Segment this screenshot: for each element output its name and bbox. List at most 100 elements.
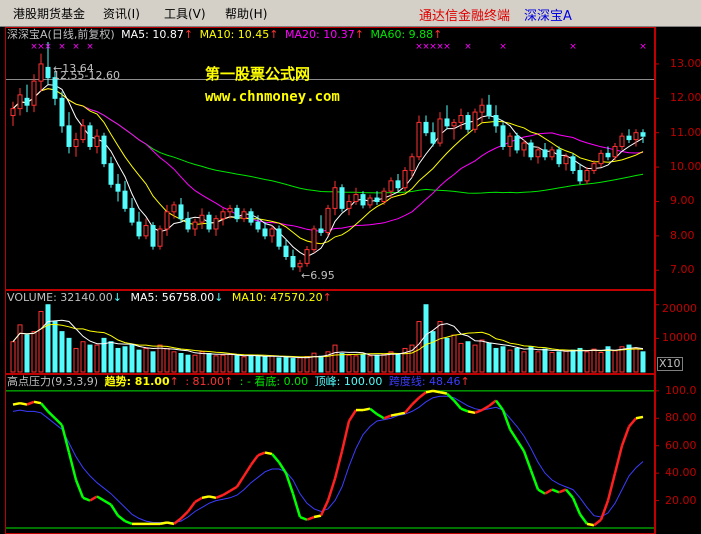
volume-bar [311,352,317,373]
candle-body [80,125,86,141]
trend-segment [271,453,280,463]
signal-marker: × [58,42,66,52]
indicator-axis-label: 60.00 [665,438,697,452]
period-label: (日线,前复权) [47,28,115,41]
trend-segment [319,500,330,517]
candle-body [640,132,646,137]
candle-body [255,221,261,230]
volume-bar [87,344,93,373]
current-stock-title: 深深宝A [524,9,572,24]
candle-body [59,97,65,127]
candle-body [549,149,555,158]
indicator-chart[interactable] [5,374,655,534]
app-brand-title: 通达信金融终端 [419,9,511,24]
candle-body [493,115,499,127]
volume-bar [157,344,163,373]
trend-segment [439,391,448,395]
candle-body [101,135,107,165]
volume-bar [24,334,30,373]
menu-item-hk-futures-funds[interactable]: 港股期货基金 [13,5,85,22]
trend-segment [222,489,231,497]
trend-segment [635,415,644,420]
volume-bar [178,353,184,373]
candle-body [241,211,247,220]
candle-body [612,145,618,158]
price-chart[interactable]: × × × × × × × × × × × × × × × [5,27,655,290]
candle-body [150,225,156,247]
trend-segment [362,407,371,412]
volume-bar [360,354,366,373]
volume-axis: 20000 10000 X10 [655,290,701,374]
trend-segment [544,488,553,495]
menu-item-tools[interactable]: 工具(V) [164,5,206,22]
candle-body [318,228,324,233]
trend-segment [242,464,253,477]
panel-border [5,374,655,534]
candle-body [38,63,44,82]
vol-axis-label-20000: 20000 [662,302,697,315]
candle-body [178,204,184,220]
trend-segment [376,413,385,420]
trend-segment [326,478,337,501]
vol-ma5-label: MA5: 56758.00 [130,291,215,304]
volume-bar [136,349,142,373]
volume-bar [430,331,436,373]
kandi-label: : - 看底: 0.00 [239,375,309,388]
trend-segment [474,408,483,414]
up-arrow-icon: ↑ [460,375,470,388]
trend-segment [47,410,56,420]
down-arrow-icon: ↓ [112,291,122,304]
volume-bar [143,347,149,373]
trend-segment [411,396,420,406]
trend-segment [40,402,49,413]
trend-segment [578,513,589,525]
up-arrow-icon: ↑ [183,28,194,41]
trend-segment [340,420,351,452]
candle-body [584,170,590,182]
candle-body [416,121,422,158]
volume-bar [416,321,422,373]
volume-bar [192,354,198,373]
volume-bar [31,331,37,373]
candle-body [633,132,639,141]
trend-segment [96,495,105,502]
signal-marker: × [72,42,80,52]
candle-body [87,125,93,147]
price-panel[interactable]: × × × × × × × × × × × × × × × 深深宝A(日线,前复权) MA5: 10.87↑… [5,27,655,290]
signal-marker: × [86,42,94,52]
candle-body [521,142,527,151]
candle-body [437,118,443,144]
trend-segment [19,401,28,406]
trend-segment [82,496,91,502]
candle-body [451,121,457,127]
volume-panel[interactable]: VOLUME: 32140.00↓ MA5: 56758.00↓ MA10: 4… [5,290,655,374]
trend-segment [208,495,217,500]
candle-body [199,214,205,223]
candle-body [136,221,142,237]
dingfeng-label: 顶峰: 100.00 [314,375,383,388]
candle-body [220,211,226,220]
ma5-label: MA5: 10.87 [121,28,184,41]
menu-item-help[interactable]: 帮助(H) [225,5,267,22]
indicator-panel[interactable]: 高点压力(9,3,3,9) 趋势: 81.00↑ : 81.00↑ : - 看底… [5,374,655,534]
candle-body [227,207,233,213]
trend-segment [103,499,112,506]
candle-body [570,156,576,172]
stock-name: 深深宝A [7,28,48,41]
candle-body [17,94,23,110]
candle-body [486,104,492,117]
volume-bar [262,356,268,373]
volume-bar [584,351,590,373]
volume-bar [528,346,534,373]
ma20-label: MA20: 10.37 [285,28,355,41]
menu-item-news[interactable]: 资讯(I) [103,5,140,22]
trend-segment [397,411,406,416]
candle-body [346,200,352,209]
volume-bar [549,351,555,373]
candle-body [185,218,191,230]
trend-segment [558,488,567,494]
candle-body [500,125,506,147]
candle-body [115,183,121,192]
ma10-label: MA10: 10.45 [199,28,270,41]
trend-segment [460,407,469,413]
